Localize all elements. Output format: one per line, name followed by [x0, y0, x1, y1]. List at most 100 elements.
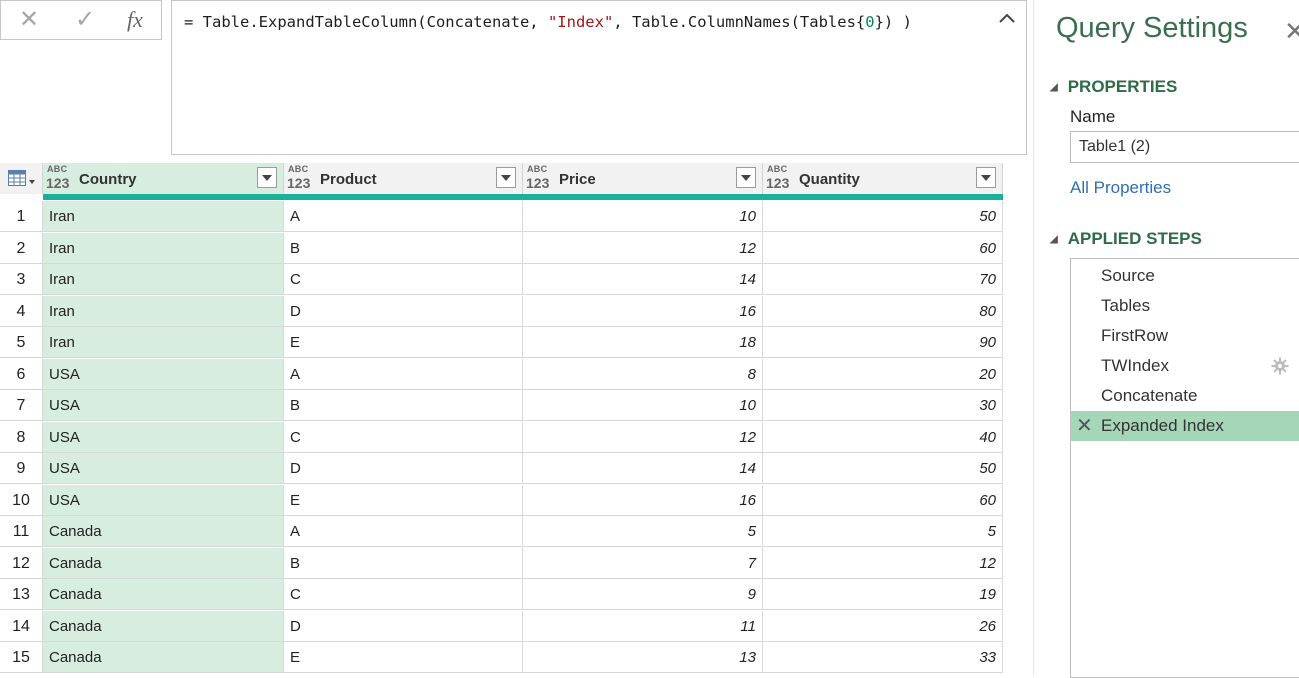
row-number[interactable]: 10: [0, 484, 43, 516]
cell-price[interactable]: 8: [523, 358, 763, 390]
cell-country[interactable]: Canada: [43, 547, 284, 579]
cell-product[interactable]: A: [284, 201, 523, 232]
chevron-up-icon[interactable]: [998, 11, 1016, 25]
row-number[interactable]: 3: [0, 264, 43, 295]
column-header-product[interactable]: ABC 123 Product: [284, 163, 523, 194]
formula-text[interactable]: = Table.ExpandTableColumn(Concatenate, "…: [184, 13, 912, 31]
cell-country[interactable]: Canada: [43, 516, 284, 547]
row-number[interactable]: 12: [0, 547, 43, 579]
cancel-icon[interactable]: ✕: [19, 5, 39, 34]
table-menu-button[interactable]: [0, 163, 43, 194]
row-number[interactable]: 13: [0, 579, 43, 610]
cell-quantity[interactable]: 50: [763, 453, 1003, 484]
cell-country[interactable]: Iran: [43, 201, 284, 232]
cell-country[interactable]: Iran: [43, 295, 284, 327]
column-header-quantity[interactable]: ABC 123 Quantity: [763, 163, 1003, 194]
cell-price[interactable]: 14: [523, 264, 763, 295]
cell-price[interactable]: 13: [523, 642, 763, 673]
row-number[interactable]: 1: [0, 201, 43, 232]
cell-country[interactable]: USA: [43, 358, 284, 390]
cell-quantity[interactable]: 90: [763, 327, 1003, 358]
row-number[interactable]: 2: [0, 232, 43, 264]
filter-dropdown-icon[interactable]: [496, 167, 516, 188]
column-header-price[interactable]: ABC 123 Price: [523, 163, 763, 194]
cell-product[interactable]: A: [284, 358, 523, 390]
applied-step[interactable]: Tables: [1071, 291, 1299, 321]
row-number[interactable]: 11: [0, 516, 43, 547]
cell-price[interactable]: 7: [523, 547, 763, 579]
cell-quantity[interactable]: 5: [763, 516, 1003, 547]
cell-price[interactable]: 16: [523, 484, 763, 516]
row-number[interactable]: 15: [0, 642, 43, 673]
close-icon[interactable]: ✕: [1284, 16, 1299, 47]
cell-country[interactable]: Iran: [43, 232, 284, 264]
cell-country[interactable]: USA: [43, 390, 284, 421]
cell-price[interactable]: 16: [523, 295, 763, 327]
cell-price[interactable]: 12: [523, 232, 763, 264]
filter-dropdown-icon[interactable]: [736, 167, 756, 188]
cell-country[interactable]: Canada: [43, 610, 284, 642]
filter-dropdown-icon[interactable]: [257, 167, 277, 188]
cell-product[interactable]: C: [284, 421, 523, 453]
applied-step[interactable]: ✕ Expanded Index: [1071, 411, 1299, 441]
cell-product[interactable]: D: [284, 295, 523, 327]
check-icon[interactable]: ✓: [75, 5, 95, 34]
cell-quantity[interactable]: 26: [763, 610, 1003, 642]
filter-dropdown-icon[interactable]: [976, 167, 996, 188]
cell-quantity[interactable]: 60: [763, 484, 1003, 516]
cell-price[interactable]: 18: [523, 327, 763, 358]
cell-quantity[interactable]: 80: [763, 295, 1003, 327]
column-header-country[interactable]: ABC 123 Country: [43, 163, 284, 194]
cell-price[interactable]: 10: [523, 201, 763, 232]
applied-step[interactable]: Source: [1071, 261, 1299, 291]
row-number[interactable]: 14: [0, 610, 43, 642]
cell-country[interactable]: Iran: [43, 327, 284, 358]
any-type-icon[interactable]: ABC 123: [526, 165, 554, 191]
cell-quantity[interactable]: 60: [763, 232, 1003, 264]
cell-quantity[interactable]: 33: [763, 642, 1003, 673]
formula-editor[interactable]: = Table.ExpandTableColumn(Concatenate, "…: [171, 0, 1027, 155]
cell-quantity[interactable]: 19: [763, 579, 1003, 610]
row-number[interactable]: 5: [0, 327, 43, 358]
applied-step[interactable]: Concatenate: [1071, 381, 1299, 411]
cell-country[interactable]: USA: [43, 453, 284, 484]
fx-label[interactable]: fx: [127, 7, 143, 33]
gear-icon[interactable]: [1271, 357, 1289, 375]
cell-price[interactable]: 14: [523, 453, 763, 484]
cell-price[interactable]: 5: [523, 516, 763, 547]
cell-quantity[interactable]: 20: [763, 358, 1003, 390]
cell-product[interactable]: E: [284, 642, 523, 673]
row-number[interactable]: 6: [0, 358, 43, 390]
applied-steps-section-header[interactable]: ◢ APPLIED STEPS: [1050, 229, 1202, 249]
delete-step-icon[interactable]: ✕: [1076, 411, 1093, 441]
applied-step[interactable]: FirstRow: [1071, 321, 1299, 351]
cell-quantity[interactable]: 70: [763, 264, 1003, 295]
cell-product[interactable]: C: [284, 579, 523, 610]
applied-step[interactable]: TWIndex: [1071, 351, 1299, 381]
cell-price[interactable]: 11: [523, 610, 763, 642]
any-type-icon[interactable]: ABC 123: [766, 165, 794, 191]
properties-section-header[interactable]: ◢ PROPERTIES: [1050, 77, 1177, 97]
any-type-icon[interactable]: ABC 123: [46, 165, 74, 191]
any-type-icon[interactable]: ABC 123: [287, 165, 315, 191]
row-number[interactable]: 4: [0, 295, 43, 327]
row-number[interactable]: 8: [0, 421, 43, 453]
cell-quantity[interactable]: 40: [763, 421, 1003, 453]
cell-quantity[interactable]: 12: [763, 547, 1003, 579]
cell-product[interactable]: D: [284, 610, 523, 642]
row-number[interactable]: 9: [0, 453, 43, 484]
row-number[interactable]: 7: [0, 390, 43, 421]
cell-product[interactable]: B: [284, 547, 523, 579]
cell-country[interactable]: Canada: [43, 579, 284, 610]
cell-quantity[interactable]: 50: [763, 201, 1003, 232]
cell-country[interactable]: USA: [43, 421, 284, 453]
cell-quantity[interactable]: 30: [763, 390, 1003, 421]
cell-product[interactable]: B: [284, 232, 523, 264]
cell-product[interactable]: E: [284, 327, 523, 358]
cell-price[interactable]: 10: [523, 390, 763, 421]
all-properties-link[interactable]: All Properties: [1070, 178, 1171, 198]
cell-product[interactable]: D: [284, 453, 523, 484]
cell-product[interactable]: B: [284, 390, 523, 421]
cell-price[interactable]: 12: [523, 421, 763, 453]
cell-country[interactable]: USA: [43, 484, 284, 516]
